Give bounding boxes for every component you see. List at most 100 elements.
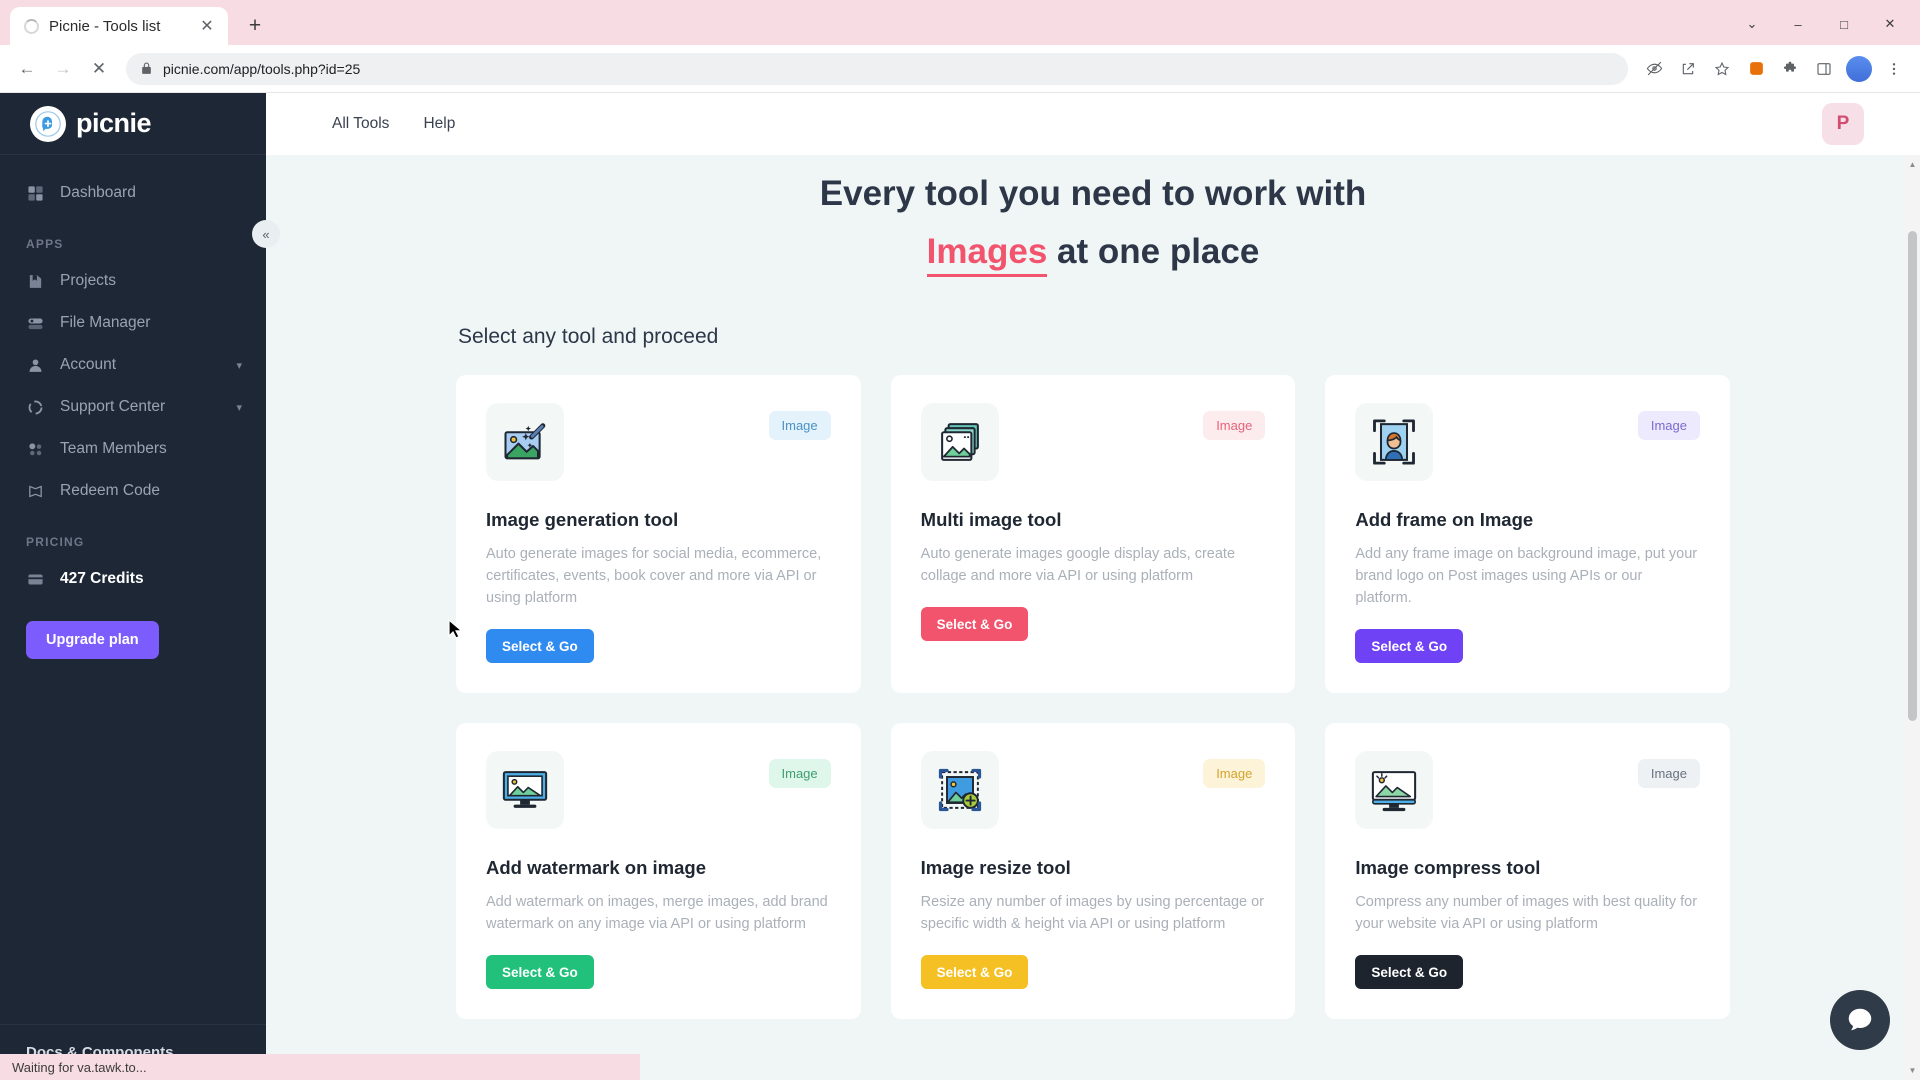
page-viewport: picnie Dashboard APPS Projects File Mana…	[0, 93, 1920, 1080]
sidebar-item-projects[interactable]: Projects	[0, 261, 266, 301]
status-badge: Image	[1203, 411, 1266, 440]
profile-avatar[interactable]	[1846, 55, 1872, 82]
multi-image-stack-icon	[920, 403, 999, 481]
card-description: Resize any number of images by using per…	[920, 894, 1265, 932]
picnie-logo-icon	[30, 105, 66, 142]
bookmark-star-icon[interactable]	[1706, 53, 1738, 85]
back-icon[interactable]: ←	[10, 52, 44, 86]
card-description: Auto generate images google display ads,…	[920, 546, 1236, 584]
sidebar-collapse-button[interactable]: «	[252, 220, 280, 248]
select-and-go-button[interactable]: Select & Go	[920, 955, 1029, 989]
sidebar-item-label: Redeem Code	[60, 482, 160, 499]
browser-status-bar: Waiting for va.tawk.to...	[0, 1054, 640, 1080]
sidebar-section-apps: APPS	[26, 237, 64, 251]
upgrade-plan-wrapper: Upgrade plan	[0, 599, 266, 659]
sidebar-item-support-center[interactable]: Support Center ▾	[0, 387, 266, 427]
content-inner: Every tool you need to work with Images …	[266, 155, 1920, 1019]
chevron-down-icon[interactable]: ▾	[236, 401, 242, 414]
forward-icon[interactable]: →	[46, 52, 80, 86]
select-and-go-button[interactable]: Select & Go	[486, 955, 594, 989]
scroll-down-arrow[interactable]: ▼	[1905, 1063, 1920, 1078]
tool-card[interactable]: Image Image compress tool Compress any n…	[1325, 723, 1730, 1019]
browser-tab[interactable]: Picnie - Tools list ✕	[10, 7, 228, 45]
stop-loading-icon[interactable]: ✕	[82, 52, 116, 86]
image-resize-crop-icon	[920, 751, 999, 829]
upgrade-plan-button[interactable]: Upgrade plan	[26, 621, 159, 659]
credits-card-icon	[26, 570, 44, 588]
share-icon[interactable]	[1672, 53, 1704, 85]
chat-widget-button[interactable]	[1830, 990, 1890, 1050]
sidebar-item-label: Support Center	[60, 398, 166, 415]
tool-card[interactable]: Image Add frame on Image Add any frame i…	[1325, 375, 1730, 693]
window-controls: ⌄ – □ ✕	[1730, 10, 1912, 38]
select-and-go-button[interactable]: Select & Go	[486, 629, 594, 663]
card-title: Image generation tool	[486, 509, 679, 530]
sidebar-item-label: Team Members	[60, 440, 167, 457]
scrollbar-thumb[interactable]	[1908, 231, 1917, 721]
sidebar: picnie Dashboard APPS Projects File Mana…	[0, 93, 266, 1080]
status-badge: Image	[768, 759, 831, 788]
url-text: picnie.com/app/tools.php?id=25	[163, 60, 361, 77]
status-badge: Image	[1637, 411, 1700, 440]
minimize-button[interactable]: –	[1776, 10, 1820, 38]
image-compress-monitor-icon	[1355, 751, 1434, 829]
toolbar-icons	[1638, 53, 1910, 85]
sidebar-item-label: Account	[60, 356, 117, 373]
sidebar-item-file-manager[interactable]: File Manager	[0, 303, 266, 343]
menu-kebab-icon[interactable]	[1878, 53, 1910, 85]
account-user-icon	[26, 356, 44, 374]
extension-orange-icon[interactable]	[1740, 53, 1772, 85]
address-bar[interactable]: picnie.com/app/tools.php?id=25	[126, 52, 1628, 85]
nav-link-all-tools[interactable]: All Tools	[318, 107, 403, 141]
status-badge: Image	[768, 411, 831, 440]
page-content: Every tool you need to work with Images …	[266, 155, 1920, 1080]
tab-search-icon[interactable]: ⌄	[1730, 10, 1774, 38]
tool-card[interactable]: Image Add watermark on image Add waterma…	[456, 723, 861, 1019]
hero-heading: Every tool you need to work with Images …	[456, 155, 1730, 277]
tool-card[interactable]: Image Image generation tool Auto generat…	[456, 375, 861, 693]
status-badge: Image	[1203, 759, 1266, 788]
sidepanel-icon[interactable]	[1808, 53, 1840, 85]
credits-display: 427 Credits	[0, 559, 266, 599]
card-description: Auto generate images for social media, e…	[486, 546, 822, 606]
user-avatar[interactable]: P	[1822, 103, 1864, 145]
sidebar-item-dashboard[interactable]: Dashboard	[0, 173, 266, 213]
hero-accent-word: Images	[926, 232, 1048, 277]
select-and-go-button[interactable]: Select & Go	[1355, 629, 1464, 663]
sidebar-item-redeem-code[interactable]: Redeem Code	[0, 471, 266, 511]
card-description: Add watermark on images, merge images, a…	[486, 894, 828, 932]
page-scrollbar[interactable]: ▲ ▼	[1905, 155, 1920, 1080]
close-window-button[interactable]: ✕	[1868, 10, 1912, 38]
puzzle-extension-icon[interactable]	[1774, 53, 1806, 85]
card-header: Image	[920, 751, 1266, 829]
sidebar-section-pricing: PRICING	[26, 535, 85, 549]
card-header: Image	[920, 403, 1266, 481]
tool-card[interactable]: Image Multi image tool Auto generate ima…	[890, 375, 1296, 693]
sidebar-item-label: File Manager	[60, 314, 151, 331]
watermark-monitor-icon	[486, 751, 564, 829]
maximize-button[interactable]: □	[1822, 10, 1866, 38]
new-tab-button[interactable]: +	[238, 9, 272, 43]
close-icon[interactable]: ✕	[196, 15, 218, 37]
sidebar-item-team-members[interactable]: Team Members	[0, 429, 266, 469]
scroll-up-arrow[interactable]: ▲	[1905, 157, 1920, 172]
status-text: Waiting for va.tawk.to...	[12, 1059, 147, 1075]
sidebar-item-account[interactable]: Account ▾	[0, 345, 266, 385]
chevron-down-icon[interactable]: ▾	[236, 359, 242, 372]
sidebar-item-label: Projects	[60, 272, 116, 289]
sidebar-item-label: Dashboard	[60, 184, 136, 201]
card-description: Add any frame image on background image,…	[1355, 546, 1698, 606]
select-and-go-button[interactable]: Select & Go	[920, 607, 1029, 641]
image-magic-wand-icon	[486, 403, 564, 481]
no-track-icon[interactable]	[1638, 53, 1670, 85]
card-description: Compress any number of images with best …	[1355, 894, 1698, 932]
card-title: Add frame on Image	[1355, 509, 1534, 530]
tool-card[interactable]: Image Image resize tool Resize any numbe…	[890, 723, 1296, 1019]
frame-portrait-icon	[1355, 403, 1434, 481]
status-badge: Image	[1637, 759, 1700, 788]
team-members-icon	[26, 440, 44, 458]
browser-toolbar: ← → ✕ picnie.com/app/tools.php?id=25	[0, 45, 1920, 93]
nav-link-help[interactable]: Help	[409, 107, 469, 141]
brand-logo[interactable]: picnie	[0, 93, 266, 155]
select-and-go-button[interactable]: Select & Go	[1355, 955, 1464, 989]
